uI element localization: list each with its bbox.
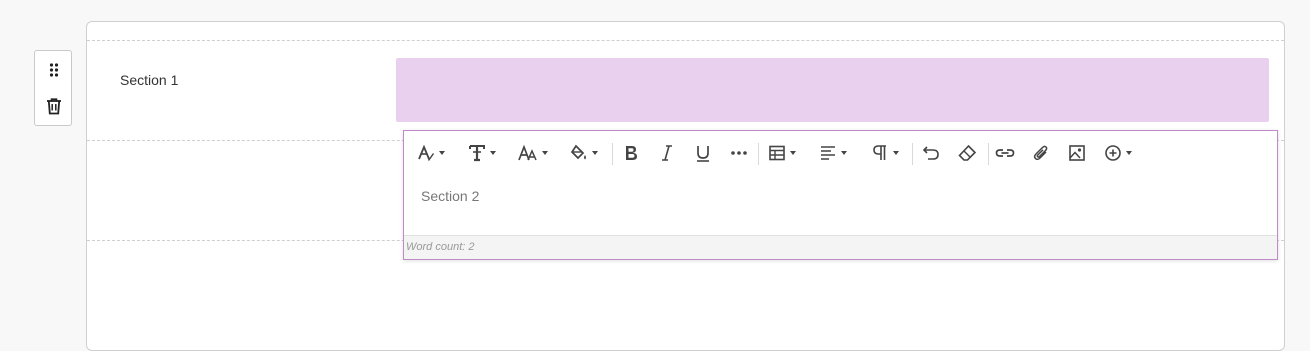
more-icon [731, 151, 747, 155]
image-button[interactable] [1064, 138, 1090, 168]
dropdown-caret-icon [542, 151, 548, 155]
attachment-icon [1033, 145, 1048, 161]
attachment-button[interactable] [1028, 138, 1054, 168]
image-icon [1069, 145, 1085, 161]
delete-button[interactable] [35, 89, 73, 123]
drag-handle-button[interactable] [35, 53, 73, 87]
link-button[interactable] [992, 138, 1018, 168]
toolbar-separator [758, 143, 759, 165]
bold-button[interactable] [618, 138, 644, 168]
text-style-icon [469, 145, 485, 162]
toolbar-separator [912, 143, 913, 165]
link-icon [995, 149, 1015, 157]
dropdown-caret-icon [592, 151, 598, 155]
fill-color-button[interactable] [568, 138, 600, 168]
toolbar-separator [988, 143, 989, 165]
font-size-button[interactable] [516, 138, 550, 168]
section-divider [87, 40, 1284, 41]
undo-button[interactable] [918, 138, 944, 168]
table-button[interactable] [764, 138, 800, 168]
font-color-button[interactable] [416, 138, 446, 168]
dropdown-caret-icon [841, 151, 847, 155]
align-button[interactable] [816, 138, 850, 168]
more-formatting-button[interactable] [726, 138, 752, 168]
word-count: Word count: 2 [406, 241, 475, 253]
toolbar-separator [612, 143, 613, 165]
underline-icon [697, 146, 709, 162]
drag-handle-icon [49, 63, 59, 77]
editor-content-area[interactable]: Section 2 [404, 174, 1277, 235]
rich-text-editor: Section 2 Word count: 2 [403, 130, 1278, 260]
editor-toolbar [404, 131, 1277, 175]
block-toolbar [34, 50, 72, 126]
dropdown-caret-icon [1126, 151, 1132, 155]
italic-icon [662, 145, 672, 161]
editor-status-bar: Word count: 2 [404, 235, 1277, 259]
insert-button[interactable] [1100, 138, 1136, 168]
dropdown-caret-icon [490, 151, 496, 155]
dropdown-caret-icon [790, 151, 796, 155]
section-1-label: Section 1 [120, 72, 179, 88]
paragraph-button[interactable] [868, 138, 902, 168]
font-color-icon [418, 144, 434, 161]
trash-icon [47, 98, 61, 115]
italic-button[interactable] [654, 138, 680, 168]
fill-color-icon [570, 144, 586, 160]
section-1-content-highlight[interactable] [396, 58, 1269, 122]
dropdown-caret-icon [893, 151, 899, 155]
align-icon [821, 146, 835, 160]
clear-formatting-button[interactable] [954, 138, 980, 168]
font-size-icon [518, 144, 537, 161]
bold-icon [626, 146, 637, 160]
text-style-button[interactable] [466, 138, 498, 168]
paragraph-icon [873, 145, 886, 160]
insert-icon [1105, 145, 1121, 161]
eraser-icon [958, 144, 976, 161]
underline-button[interactable] [690, 138, 716, 168]
undo-icon [922, 146, 939, 160]
editor-text[interactable]: Section 2 [421, 188, 479, 204]
dropdown-caret-icon [439, 151, 445, 155]
table-icon [769, 145, 785, 161]
